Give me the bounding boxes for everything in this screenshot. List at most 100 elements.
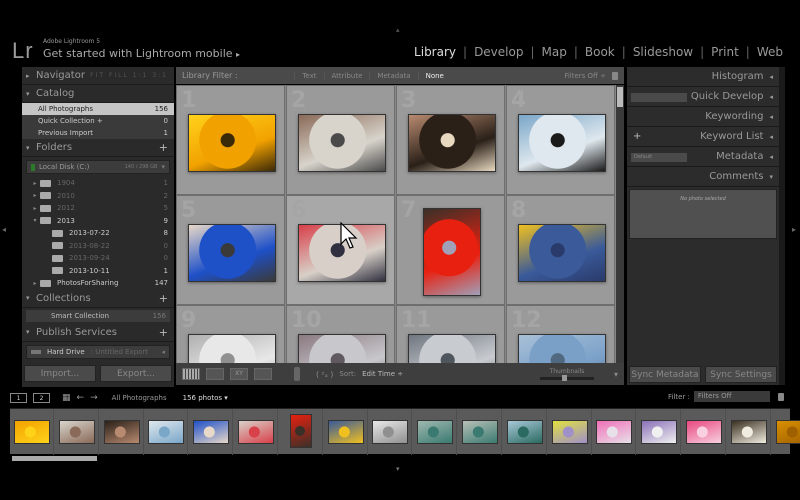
module-web[interactable]: Web — [750, 45, 790, 59]
primary-window-button[interactable]: 1 — [10, 392, 27, 403]
expand-icon[interactable]: ▸ — [30, 280, 40, 287]
filmstrip-cell[interactable] — [413, 409, 458, 455]
filmstrip-thumbnail[interactable] — [686, 420, 722, 444]
catalog-item[interactable]: All Photographs 156 — [22, 103, 174, 115]
slider-knob[interactable] — [562, 375, 568, 381]
add-keyword-icon[interactable]: + — [633, 131, 641, 142]
filmstrip-cell[interactable] — [279, 409, 323, 455]
filmstrip-source[interactable]: All Photographs — [112, 394, 167, 402]
catalog-header[interactable]: ▾ Catalog — [22, 85, 174, 103]
folder-item[interactable]: ▾ 2013 9 — [22, 215, 174, 228]
filmstrip-cell[interactable] — [144, 409, 189, 455]
grid-cell[interactable]: 3 — [396, 85, 505, 195]
filmstrip-thumbnail[interactable] — [238, 420, 274, 444]
filmstrip-cell[interactable] — [368, 409, 413, 455]
secondary-window-button[interactable]: 2 — [33, 392, 50, 403]
navigator-zoom-modes[interactable]: FIT FILL 1:1 3:1 — [90, 72, 168, 79]
catalog-item[interactable]: Previous Import 1 — [22, 127, 174, 139]
photo-thumbnail[interactable] — [517, 114, 606, 172]
lock-icon[interactable] — [611, 71, 618, 80]
spray-can-icon[interactable] — [294, 367, 300, 381]
folder-item[interactable]: ▸ 2010 2 — [22, 190, 174, 203]
grid-cell[interactable]: 12 — [506, 305, 615, 363]
preset-select[interactable]: Default — [631, 153, 687, 162]
filmstrip-cell[interactable] — [100, 409, 144, 455]
scrollbar-thumb[interactable] — [617, 87, 623, 107]
top-panel-toggle-icon[interactable]: ▴ — [396, 26, 400, 34]
grid-cell[interactable]: 9 — [176, 305, 285, 363]
photo-thumbnail[interactable] — [297, 334, 386, 363]
folder-item[interactable]: ▸ 1904 1 — [22, 177, 174, 190]
folder-item[interactable]: 2013-10-11 1 — [22, 265, 174, 278]
filmstrip-thumbnail[interactable] — [417, 420, 454, 444]
module-develop[interactable]: Develop — [467, 45, 530, 59]
loupe-view-icon[interactable] — [206, 368, 224, 380]
grid-cell[interactable]: 6 — [286, 195, 395, 305]
filmstrip-scrollbar[interactable] — [12, 456, 97, 461]
filmstrip-thumbnail[interactable] — [372, 420, 409, 444]
collapse-icon[interactable]: ▾ — [30, 217, 40, 224]
filmstrip-cell[interactable] — [592, 409, 637, 455]
photo-thumbnail[interactable] — [517, 334, 606, 363]
filmstrip-thumbnail[interactable] — [462, 420, 498, 444]
filmstrip-cell[interactable] — [55, 409, 99, 455]
back-arrow-icon[interactable]: ← — [77, 393, 85, 403]
grid-cell[interactable]: 2 — [286, 85, 395, 195]
forward-arrow-icon[interactable]: → — [90, 393, 98, 403]
publish-service-hard-drive[interactable]: Hard Drive : Untitled Export ◂ — [26, 344, 170, 359]
catalog-item[interactable]: Quick Collection + 0 — [22, 115, 174, 127]
publish-services-header[interactable]: ▾ Publish Services + — [22, 324, 174, 342]
folder-item[interactable]: 2013-07-22 8 — [22, 227, 174, 240]
filter-tab-none[interactable]: None — [417, 71, 451, 80]
sort-direction-icon[interactable]: ( ᶻₐ ) — [316, 370, 333, 379]
filmstrip-cell[interactable] — [727, 409, 771, 455]
filter-tab-text[interactable]: Text — [294, 71, 323, 80]
filmstrip-cell[interactable] — [682, 409, 726, 455]
module-slideshow[interactable]: Slideshow — [626, 45, 700, 59]
panel-keywording[interactable]: Keywording ◂ — [627, 107, 779, 127]
filmstrip-thumbnail[interactable] — [551, 420, 588, 444]
grid-cell[interactable]: 7 — [396, 195, 505, 305]
filmstrip-cell[interactable] — [637, 409, 682, 455]
survey-view-icon[interactable] — [254, 368, 272, 380]
collections-header[interactable]: ▾ Collections + — [22, 290, 174, 308]
photo-thumbnail[interactable] — [517, 224, 606, 282]
comments-field[interactable]: No photo selected — [629, 189, 777, 239]
folder-item[interactable]: 2013-08-22 0 — [22, 240, 174, 253]
export-button[interactable]: Export... — [100, 365, 172, 382]
preset-select[interactable] — [631, 93, 687, 102]
filmstrip-thumbnail[interactable] — [289, 414, 312, 448]
mobile-promo-link[interactable]: Get started with Lightroom mobile ▸ — [43, 47, 240, 60]
photo-thumbnail[interactable] — [422, 208, 481, 296]
panel-comments[interactable]: Comments ▾ — [627, 167, 779, 187]
photo-thumbnail[interactable] — [187, 334, 276, 363]
grid-view-icon[interactable] — [182, 368, 200, 380]
grid-cell[interactable]: 10 — [286, 305, 395, 363]
filmstrip-thumbnail[interactable] — [327, 420, 364, 444]
photo-count[interactable]: 156 photos ▾ — [183, 394, 228, 402]
panel-quick-develop[interactable]: Quick Develop ◂ — [627, 87, 779, 107]
filter-tab-attribute[interactable]: Attribute — [323, 71, 370, 80]
grid-cell[interactable]: 11 — [396, 305, 505, 363]
photo-thumbnail[interactable] — [407, 334, 496, 363]
panel-keyword-list[interactable]: + Keyword List ◂ — [627, 127, 779, 147]
filmstrip-thumbnail[interactable] — [193, 420, 230, 444]
filmstrip-thumbnail[interactable] — [506, 420, 543, 444]
photo-thumbnail[interactable] — [297, 114, 386, 172]
folders-header[interactable]: ▾ Folders + — [22, 139, 174, 157]
dropdown-icon[interactable]: ▾ — [161, 163, 165, 171]
photo-thumbnail[interactable] — [407, 114, 496, 172]
navigator-header[interactable]: ▸ Navigator FIT FILL 1:1 3:1 — [22, 67, 174, 85]
folder-item[interactable]: ▸ 2012 5 — [22, 202, 174, 215]
add-collection-icon[interactable]: + — [159, 292, 168, 305]
sort-select[interactable]: Edit Time ÷ — [362, 370, 403, 378]
filmstrip-cell[interactable] — [772, 409, 800, 455]
sync-settings-button[interactable]: Sync Settings — [705, 366, 777, 383]
smart-collection-item[interactable]: Smart Collection 156 — [26, 309, 170, 322]
module-book[interactable]: Book — [578, 45, 622, 59]
thumbnail-size-slider[interactable] — [539, 375, 594, 381]
filmstrip-thumbnail[interactable] — [14, 420, 50, 444]
grid-scrollbar[interactable] — [616, 85, 624, 363]
filmstrip-cell[interactable] — [234, 409, 278, 455]
grid-icon[interactable]: ▦ — [62, 393, 71, 403]
